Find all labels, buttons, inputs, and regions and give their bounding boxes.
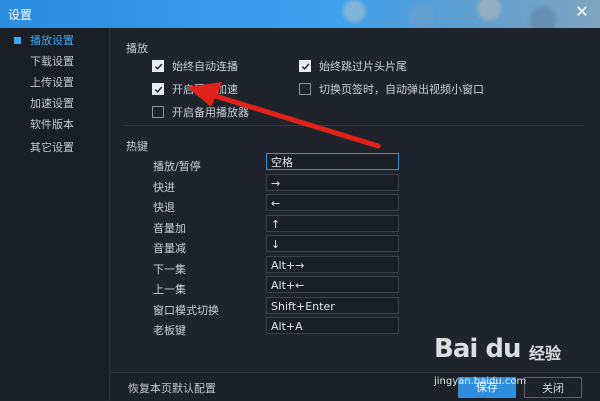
checkbox-auto-continuous-play[interactable]: 始终自动连播: [152, 58, 238, 74]
close-icon[interactable]: ✕: [574, 4, 590, 20]
section-title-hotkeys: 热键: [126, 140, 148, 153]
hotkey-label-play-pause: 播放/暂停: [153, 160, 201, 173]
hotkey-field-forward[interactable]: →: [266, 174, 399, 191]
settings-sidebar: 播放设置 下载设置 上传设置 加速设置 软件版本 其它设置: [0, 28, 110, 400]
sidebar-item-other[interactable]: 其它设置: [0, 137, 109, 158]
checkbox-unchecked-icon: [299, 83, 311, 95]
checkbox-label: 切换页签时，自动弹出视频小窗口: [319, 83, 484, 96]
hotkey-label-next-episode: 下一集: [153, 263, 186, 276]
checkbox-label: 开启硬件加速: [172, 83, 238, 96]
hotkey-label-window-mode: 窗口模式切换: [153, 304, 219, 317]
sidebar-item-upload[interactable]: 上传设置: [0, 72, 109, 93]
hotkey-label-boss-key: 老板键: [153, 324, 186, 337]
hotkey-field-volume-down[interactable]: ↓: [266, 235, 399, 252]
hotkey-field-play-pause[interactable]: 空格: [266, 153, 399, 170]
hotkey-field-volume-up[interactable]: ↑: [266, 215, 399, 232]
hotkey-field-next-episode[interactable]: Alt+→: [266, 256, 399, 273]
checkbox-auto-mini-window[interactable]: 切换页签时，自动弹出视频小窗口: [299, 81, 484, 97]
title-bar-banner-image: [300, 0, 570, 28]
checkbox-label: 始终自动连播: [172, 60, 238, 73]
section-divider: [124, 125, 584, 126]
hotkey-field-rewind[interactable]: ←: [266, 194, 399, 211]
checkbox-checked-icon: [152, 60, 164, 72]
hotkey-field-window-mode[interactable]: Shift+Enter: [266, 297, 399, 314]
save-button[interactable]: 保存: [458, 377, 516, 398]
settings-main-panel: 播放 始终自动连播 始终跳过片头片尾 开启硬件加速 切换页签时，自动弹出视频小窗…: [110, 28, 600, 400]
hotkey-field-prev-episode[interactable]: Alt+←: [266, 276, 399, 293]
sidebar-item-acceleration[interactable]: 加速设置: [0, 93, 109, 114]
section-title-playback: 播放: [126, 42, 148, 55]
checkbox-skip-intro-outro[interactable]: 始终跳过片头片尾: [299, 58, 407, 74]
hotkey-field-boss-key[interactable]: Alt+A: [266, 317, 399, 334]
hotkey-label-rewind: 快退: [153, 201, 175, 214]
checkbox-checked-icon: [152, 83, 164, 95]
window-title: 设置: [8, 8, 33, 22]
title-bar: 设置 ✕: [0, 0, 600, 28]
checkbox-hardware-acceleration[interactable]: 开启硬件加速: [152, 81, 238, 97]
checkbox-unchecked-icon: [152, 106, 164, 118]
sidebar-item-version[interactable]: 软件版本: [0, 114, 109, 135]
hotkey-label-prev-episode: 上一集: [153, 283, 186, 296]
checkbox-checked-icon: [299, 60, 311, 72]
sidebar-item-download[interactable]: 下载设置: [0, 51, 109, 72]
checkbox-label: 开启备用播放器: [172, 106, 249, 119]
checkbox-backup-player[interactable]: 开启备用播放器: [152, 104, 249, 120]
sidebar-item-playback[interactable]: 播放设置: [0, 30, 109, 51]
close-button[interactable]: 关闭: [524, 377, 582, 398]
hotkey-label-forward: 快进: [153, 181, 175, 194]
hotkey-label-volume-down: 音量减: [153, 242, 186, 255]
hotkey-label-volume-up: 音量加: [153, 222, 186, 235]
checkbox-label: 始终跳过片头片尾: [319, 60, 407, 73]
reset-defaults-link[interactable]: 恢复本页默认配置: [128, 380, 216, 396]
